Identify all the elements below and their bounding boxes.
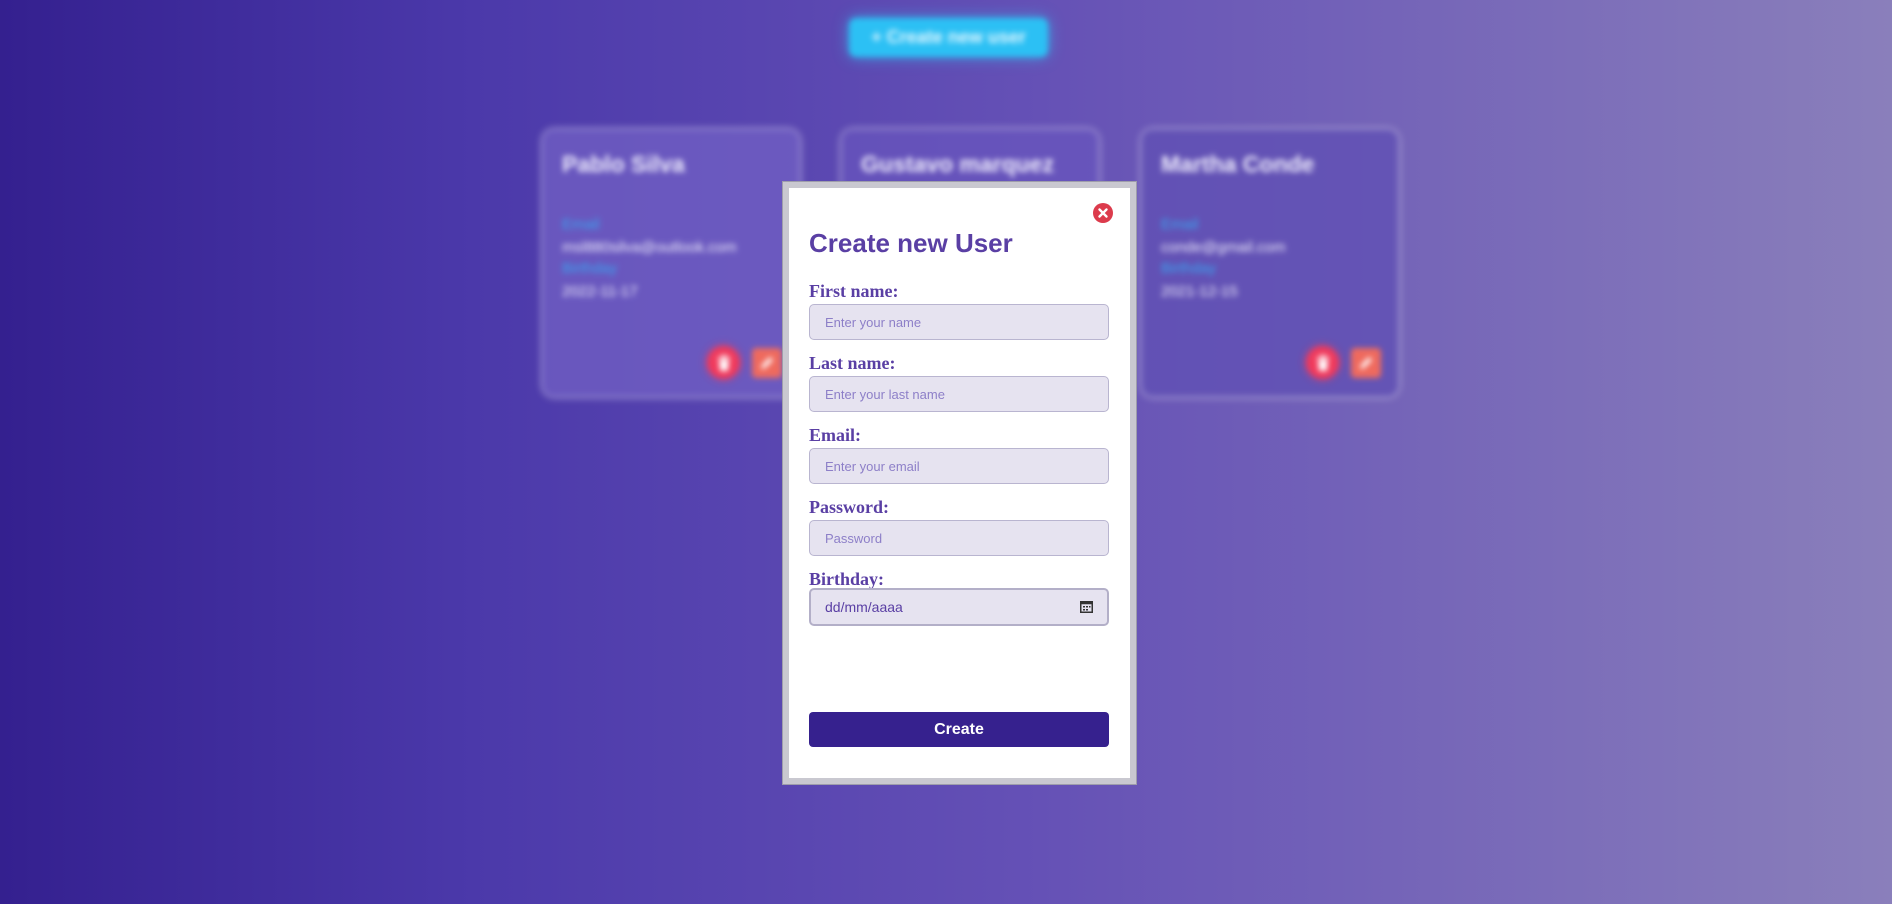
create-user-modal: Create new User First name: Last name: E…	[783, 182, 1136, 784]
create-button[interactable]: Create	[809, 712, 1109, 747]
close-circle-icon	[1098, 208, 1108, 218]
last-name-input[interactable]	[809, 376, 1109, 412]
first-name-input[interactable]	[809, 304, 1109, 340]
birthday-input-value: dd/mm/aaaa	[825, 599, 903, 615]
close-modal-button[interactable]	[1093, 203, 1113, 223]
password-label: Password:	[809, 497, 889, 517]
password-input[interactable]	[809, 520, 1109, 556]
first-name-label: First name:	[809, 281, 899, 301]
birthday-input[interactable]: dd/mm/aaaa	[809, 588, 1109, 626]
calendar-icon[interactable]	[1080, 601, 1093, 613]
email-input[interactable]	[809, 448, 1109, 484]
birthday-label: Birthday:	[809, 569, 885, 589]
modal-overlay: Create new User First name: Last name: E…	[0, 0, 1892, 904]
last-name-label: Last name:	[809, 353, 896, 373]
modal-title: Create new User	[809, 228, 1013, 258]
email-label: Email:	[809, 425, 861, 445]
